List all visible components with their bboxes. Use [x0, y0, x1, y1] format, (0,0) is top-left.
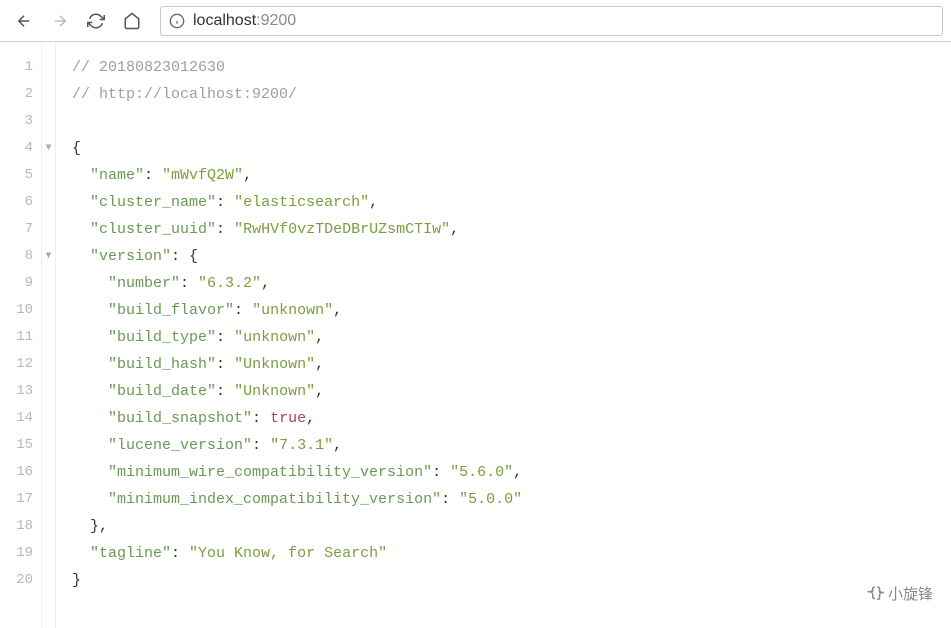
code-line: }, — [72, 513, 951, 540]
line-number: 8 — [0, 243, 33, 270]
line-number: 17 — [0, 486, 33, 513]
reload-button[interactable] — [80, 5, 112, 37]
fold-marker — [42, 297, 55, 324]
code-line: "tagline": "You Know, for Search" — [72, 540, 951, 567]
code-line: "build_date": "Unknown", — [72, 378, 951, 405]
fold-marker — [42, 270, 55, 297]
code-line: // http://localhost:9200/ — [72, 81, 951, 108]
line-number: 9 — [0, 270, 33, 297]
line-number: 13 — [0, 378, 33, 405]
fold-marker — [42, 378, 55, 405]
watermark: 小旋锋 — [866, 583, 933, 604]
url-bar[interactable]: localhost:9200 — [160, 6, 943, 36]
code-line: "number": "6.3.2", — [72, 270, 951, 297]
fold-marker — [42, 54, 55, 81]
fold-marker — [42, 432, 55, 459]
url-port: :9200 — [256, 12, 296, 30]
line-number: 3 — [0, 108, 33, 135]
line-number-gutter: 1234567891011121314151617181920 — [0, 42, 42, 628]
watermark-text: 小旋锋 — [888, 583, 933, 604]
fold-marker — [42, 324, 55, 351]
json-code-viewer[interactable]: // 20180823012630// http://localhost:920… — [56, 42, 951, 628]
line-number: 19 — [0, 540, 33, 567]
code-line: "cluster_name": "elasticsearch", — [72, 189, 951, 216]
line-number: 11 — [0, 324, 33, 351]
fold-marker — [42, 486, 55, 513]
line-number: 6 — [0, 189, 33, 216]
fold-marker[interactable]: ▼ — [42, 135, 55, 162]
line-number: 2 — [0, 81, 33, 108]
fold-marker — [42, 189, 55, 216]
code-line: "build_snapshot": true, — [72, 405, 951, 432]
code-line: "build_hash": "Unknown", — [72, 351, 951, 378]
code-line: "minimum_wire_compatibility_version": "5… — [72, 459, 951, 486]
forward-button[interactable] — [44, 5, 76, 37]
line-number: 12 — [0, 351, 33, 378]
code-line: "build_flavor": "unknown", — [72, 297, 951, 324]
code-line: "build_type": "unknown", — [72, 324, 951, 351]
fold-marker[interactable]: ▼ — [42, 243, 55, 270]
line-number: 1 — [0, 54, 33, 81]
fold-marker — [42, 351, 55, 378]
code-line: "version": { — [72, 243, 951, 270]
fold-marker — [42, 405, 55, 432]
fold-marker — [42, 459, 55, 486]
code-line: // 20180823012630 — [72, 54, 951, 81]
url-host: localhost — [193, 12, 256, 30]
line-number: 18 — [0, 513, 33, 540]
line-number: 16 — [0, 459, 33, 486]
line-number: 4 — [0, 135, 33, 162]
info-icon — [169, 13, 185, 29]
code-line: "name": "mWvfQ2W", — [72, 162, 951, 189]
fold-marker — [42, 567, 55, 594]
line-number: 5 — [0, 162, 33, 189]
line-number: 20 — [0, 567, 33, 594]
line-number: 14 — [0, 405, 33, 432]
back-button[interactable] — [8, 5, 40, 37]
fold-marker — [42, 540, 55, 567]
content-area: 1234567891011121314151617181920 ▼▼ // 20… — [0, 42, 951, 628]
fold-marker — [42, 513, 55, 540]
fold-marker — [42, 108, 55, 135]
code-line — [72, 108, 951, 135]
browser-toolbar: localhost:9200 — [0, 0, 951, 42]
code-line: "cluster_uuid": "RwHVf0vzTDeDBrUZsmCTIw"… — [72, 216, 951, 243]
line-number: 15 — [0, 432, 33, 459]
fold-marker — [42, 162, 55, 189]
fold-marker — [42, 81, 55, 108]
line-number: 7 — [0, 216, 33, 243]
code-line: { — [72, 135, 951, 162]
home-button[interactable] — [116, 5, 148, 37]
fold-gutter: ▼▼ — [42, 42, 56, 628]
fold-marker — [42, 216, 55, 243]
line-number: 10 — [0, 297, 33, 324]
code-line: "lucene_version": "7.3.1", — [72, 432, 951, 459]
code-line: } — [72, 567, 951, 594]
code-line: "minimum_index_compatibility_version": "… — [72, 486, 951, 513]
